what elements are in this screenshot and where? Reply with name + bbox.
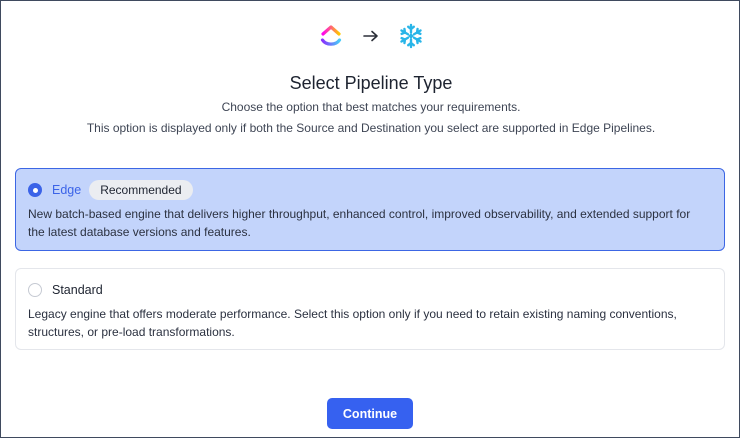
subtitle-line-1: Choose the option that best matches your… — [221, 100, 521, 114]
recommended-badge: Recommended — [89, 180, 193, 200]
standard-label: Standard — [52, 283, 103, 297]
subtitle-line-2: This option is displayed only if both th… — [86, 121, 656, 135]
edge-label: Edge — [52, 183, 82, 197]
clickup-logo-icon — [317, 21, 345, 51]
arrow-right-icon — [361, 26, 381, 46]
pipeline-type-dialog: Select Pipeline Type Choose the option t… — [0, 0, 740, 438]
edge-description: New batch-based engine that delivers hig… — [28, 207, 691, 239]
integration-logos — [1, 21, 740, 51]
snowflake-logo-icon — [397, 21, 425, 51]
page-title: Select Pipeline Type — [289, 73, 453, 93]
option-standard[interactable]: Standard Legacy engine that offers moder… — [15, 268, 725, 350]
standard-radio[interactable] — [28, 283, 42, 297]
edge-radio[interactable] — [28, 183, 42, 197]
continue-button[interactable]: Continue — [327, 398, 413, 429]
option-edge[interactable]: Edge Recommended New batch-based engine … — [15, 168, 725, 251]
standard-description: Legacy engine that offers moderate perfo… — [28, 307, 677, 339]
